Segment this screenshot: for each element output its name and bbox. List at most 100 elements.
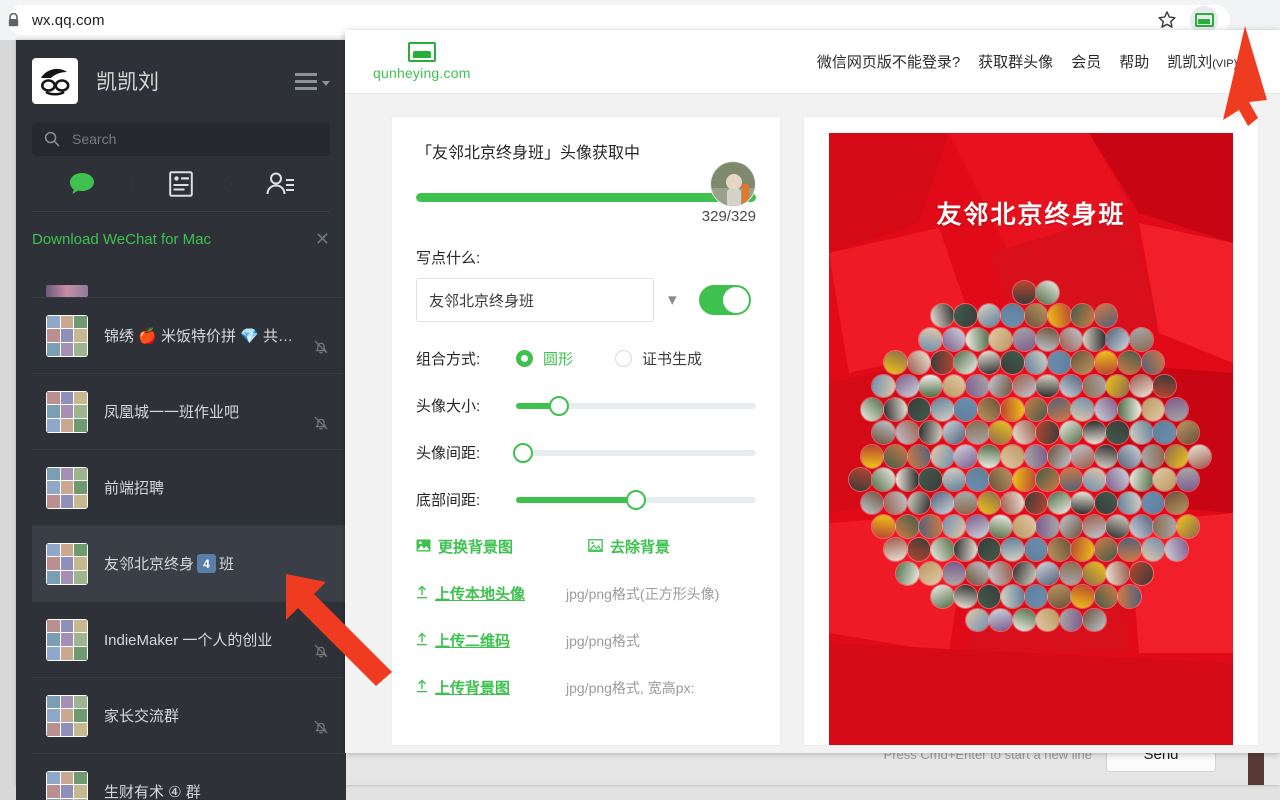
- tab-chats[interactable]: [32, 171, 131, 197]
- collage-avatar: [1024, 304, 1048, 328]
- nav-help[interactable]: 帮助: [1119, 51, 1149, 72]
- collage-avatar: [1024, 398, 1048, 421]
- progress-section: 329/329: [416, 161, 756, 225]
- collage-avatar: [1001, 585, 1024, 608]
- collage-avatar: [977, 444, 1001, 468]
- upload-button-1[interactable]: 上传二维码: [416, 630, 566, 651]
- collage-avatar: [1047, 398, 1071, 421]
- collage-avatar: [849, 468, 872, 491]
- upload-button-0[interactable]: 上传本地头像: [416, 583, 566, 604]
- collage-avatar: [1001, 398, 1024, 421]
- page-left-gutter: [0, 40, 16, 800]
- avatar[interactable]: [32, 58, 78, 104]
- collage-avatar: [989, 421, 1013, 445]
- radio-dot: [516, 350, 533, 367]
- collage-avatar: [954, 491, 978, 515]
- collage-avatar: [1164, 398, 1188, 421]
- slider-knob[interactable]: [626, 489, 646, 510]
- remove-background-button[interactable]: 去除背景: [588, 536, 670, 557]
- list-item[interactable]: [32, 268, 346, 298]
- change-background-button[interactable]: 更换背景图: [416, 536, 588, 557]
- collage-avatar: [1094, 304, 1118, 328]
- collage-avatar: [1153, 421, 1176, 445]
- collage-avatar: [1094, 538, 1118, 562]
- collage-avatar: [1083, 374, 1106, 398]
- collage-avatar: [977, 351, 1001, 374]
- collage-avatar: [930, 491, 954, 515]
- collage-avatar: [1106, 515, 1130, 538]
- collage-avatar: [966, 608, 989, 632]
- collage-avatar: [1001, 351, 1024, 374]
- remove-background-label: 去除背景: [610, 539, 671, 556]
- list-item[interactable]: 友邻北京终身 4 班: [32, 526, 346, 602]
- upload-row-0: 上传本地头像 jpg/png格式(正方形头像): [416, 583, 756, 604]
- slider-control[interactable]: [516, 395, 756, 416]
- chevron-down-icon[interactable]: ▾: [668, 290, 677, 310]
- collage-avatar: [930, 444, 954, 468]
- upload-row-2: 上传背景图 jpg/png格式, 宽高px:: [416, 677, 756, 698]
- slider-knob[interactable]: [549, 395, 570, 416]
- collage-avatar: [860, 491, 884, 515]
- list-item[interactable]: 家长交流群: [32, 678, 346, 754]
- collage-avatar: [1083, 561, 1106, 585]
- brand-logo[interactable]: qunheying.com: [373, 42, 471, 81]
- list-item[interactable]: IndieMaker 一个人的创业: [32, 602, 346, 678]
- collage-avatar: [1047, 351, 1071, 374]
- close-icon[interactable]: ✕: [315, 230, 330, 248]
- promo-text[interactable]: Download WeChat for Mac: [32, 231, 211, 248]
- poster-text-input[interactable]: [416, 278, 654, 322]
- collage-avatar: [1036, 421, 1059, 445]
- collage-avatar: [954, 538, 978, 562]
- chat-list[interactable]: 锦绣 🍎 米饭特价拼 💎 共… 凤凰城一一班作业吧 前端招聘友邻北京终身 4 班 Indi…: [32, 268, 346, 800]
- list-item[interactable]: 前端招聘: [32, 450, 346, 526]
- collage-avatar: [1071, 444, 1095, 468]
- list-item[interactable]: 凤凰城一一班作业吧: [32, 374, 346, 450]
- chat-title: 前端招聘: [104, 477, 164, 498]
- radio-label: 圆形: [543, 351, 574, 368]
- upload-button-2[interactable]: 上传背景图: [416, 677, 566, 698]
- collage-avatar: [860, 398, 884, 421]
- chat-title: 凤凰城一一班作业吧: [104, 401, 239, 422]
- collage-avatar: [1012, 608, 1036, 632]
- slider-control[interactable]: [516, 489, 756, 510]
- search-input[interactable]: Search: [32, 122, 330, 156]
- collage-avatar: [1118, 538, 1141, 562]
- collage-avatar: [1047, 538, 1071, 562]
- collage-avatar: [942, 327, 966, 351]
- collage-avatar: [1118, 398, 1141, 421]
- collage-avatar: [1083, 327, 1106, 351]
- collage-avatar: [1012, 281, 1036, 304]
- list-item[interactable]: 锦绣 🍎 米饭特价拼 💎 共…: [32, 298, 346, 374]
- bookmark-star-icon[interactable]: [1156, 9, 1178, 31]
- collage-avatar: [954, 304, 978, 328]
- collage-avatar: [1176, 515, 1200, 538]
- radio-certificate-mode[interactable]: 证书生成: [615, 348, 702, 369]
- collage-avatar: [1188, 444, 1212, 468]
- nav-get-group-avatars-link[interactable]: 获取群头像: [978, 51, 1053, 72]
- collage-avatar: [1106, 468, 1130, 491]
- collage-avatar: [872, 468, 896, 491]
- collage-avatar: [930, 538, 954, 562]
- collage-avatar: [1106, 374, 1130, 398]
- poster-text-toggle[interactable]: [698, 285, 751, 315]
- nav-member[interactable]: 会员: [1071, 51, 1101, 72]
- slider-control[interactable]: [513, 442, 756, 463]
- poster-canvas[interactable]: 友邻北京终身班: [829, 133, 1233, 745]
- collage-avatar: [872, 374, 896, 398]
- chat-avatar: [46, 542, 88, 585]
- chat-title: 锦绣 🍎 米饭特价拼 💎 共…: [104, 325, 293, 346]
- tab-contacts[interactable]: [230, 171, 330, 197]
- nav-user-tag: (VIP): [1212, 58, 1238, 70]
- upload-icon: [416, 585, 428, 602]
- hamburger-menu-icon[interactable]: [295, 72, 330, 90]
- collage-avatar: [884, 538, 907, 562]
- collage-avatar: [1094, 444, 1118, 468]
- tab-contacts-card[interactable]: [131, 170, 230, 197]
- collage-avatar: [942, 374, 966, 398]
- collage-avatar: [895, 421, 919, 445]
- radio-circle-mode[interactable]: 圆形: [516, 348, 573, 369]
- nav-user-menu[interactable]: 凯凯刘(VIP) ▾: [1167, 51, 1248, 72]
- slider-knob[interactable]: [513, 442, 534, 463]
- group-logo-icon: [407, 42, 436, 62]
- list-item[interactable]: 生财有术 ④ 群: [32, 754, 346, 800]
